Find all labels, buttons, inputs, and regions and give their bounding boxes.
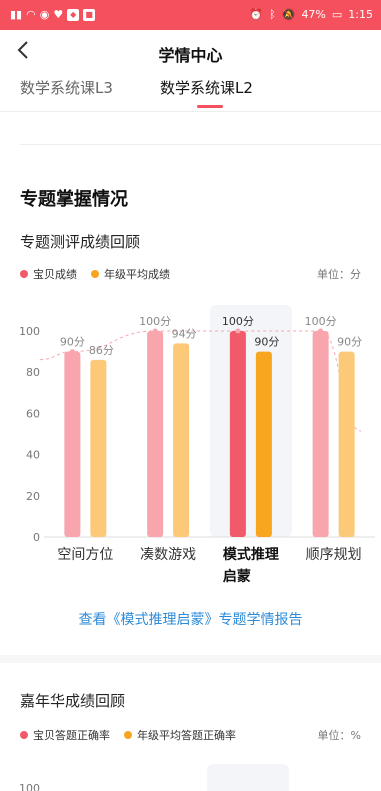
legend-dot-baby: [20, 270, 28, 278]
trend-point: [152, 328, 158, 334]
accuracy-chart: 100: [19, 764, 289, 791]
review1-legend: 宝贝成绩 年级平均成绩: [20, 266, 184, 282]
x-tick-label: 模式推理: [223, 546, 279, 563]
review2-title: 嘉年华成绩回顾: [20, 692, 126, 710]
legend-dot-avg-rate: [124, 731, 132, 739]
alarm-icon: ⏰: [249, 8, 264, 21]
bar-baby-score: [229, 331, 246, 537]
legend-avg-rate: 年级平均答题正确率: [124, 727, 236, 743]
heart-icon: ♥: [53, 8, 64, 21]
battery-icon: ▭: [331, 8, 343, 21]
review1-unit: 单位：分: [317, 268, 361, 281]
data-label-baby: 100分: [222, 315, 254, 328]
data-label-avg: 90分: [337, 336, 362, 349]
bar-avg-score: [173, 343, 190, 537]
data-label-baby: 100分: [305, 315, 337, 328]
bar-avg-score: [90, 359, 107, 537]
battery-level: 47%: [301, 8, 326, 21]
section-gap: [0, 655, 381, 663]
x-tick-label: 顺序规划: [306, 547, 362, 563]
status-left-icons: ▮▮ ◠ ◉ ♥ ◆ ■: [10, 8, 96, 21]
trend-point: [318, 328, 324, 334]
legend-baby-rate: 宝贝答题正确率: [20, 727, 110, 743]
data-label-avg: 86分: [89, 344, 114, 357]
x-tick-label: 启蒙: [223, 568, 251, 585]
trend-point: [69, 349, 75, 355]
data-label-baby: 100分: [139, 315, 171, 328]
highlight-bg: [209, 305, 292, 537]
bar-baby-score: [147, 331, 164, 537]
review2-unit: 单位：%: [317, 729, 361, 742]
bar-baby-score: [64, 351, 81, 537]
app-icon-2: ■: [83, 8, 96, 21]
legend-baby: 宝贝成绩: [20, 266, 77, 282]
signal-icon: ▮▮: [10, 8, 23, 21]
y-tick-label: 20: [26, 490, 40, 503]
legend-label-baby: 宝贝成绩: [33, 268, 77, 281]
legend-dot-baby-rate: [20, 731, 28, 739]
tab-l3[interactable]: 数学系统课L3: [20, 77, 113, 98]
mute-icon: 🔕: [281, 8, 296, 21]
data-label-avg: 90分: [254, 336, 279, 349]
section-title: 专题掌握情况: [20, 189, 128, 210]
score-chart: 02040608010090分86分空间方位100分94分凑数游戏100分90分…: [19, 305, 375, 585]
page-title: 学情中心: [158, 46, 223, 65]
eye-icon: ◉: [39, 8, 50, 21]
trend-point: [235, 328, 241, 334]
data-label-baby: 90分: [60, 336, 85, 349]
status-right: ⏰ ᛒ 🔕 47% ▭ 1:15: [249, 8, 373, 21]
legend-label-baby-rate: 宝贝答题正确率: [33, 729, 110, 742]
bar-avg-score: [338, 351, 355, 537]
review2-legend: 宝贝答题正确率 年级平均答题正确率: [20, 727, 250, 743]
legend-label-avg-rate: 年级平均答题正确率: [137, 729, 236, 742]
clock: 1:15: [348, 8, 373, 21]
app-icon: ◆: [67, 8, 80, 21]
x-tick-label: 凑数游戏: [140, 546, 196, 563]
active-tab-indicator: [197, 105, 223, 108]
legend-dot-avg: [91, 270, 99, 278]
legend-label-avg: 年级平均成绩: [104, 268, 170, 281]
data-label-avg: 94分: [172, 327, 197, 340]
y-tick-label: 100: [19, 325, 40, 338]
tab-divider: [0, 111, 381, 112]
y-tick-label: 100: [19, 782, 40, 791]
topic-report-link[interactable]: 查看《模式推理启蒙》专题学情报告: [0, 609, 381, 629]
legend-avg: 年级平均成绩: [91, 266, 170, 282]
y-tick-label: 80: [26, 366, 40, 379]
highlight-bg: [207, 764, 289, 791]
tab-l2[interactable]: 数学系统课L2: [160, 77, 253, 98]
wifi-icon: ◠: [26, 8, 36, 21]
status-bar: ▮▮ ◠ ◉ ♥ ◆ ■ ⏰ ᛒ 🔕 47% ▭ 1:15: [0, 0, 381, 30]
bar-baby-score: [312, 331, 329, 537]
y-tick-label: 60: [26, 407, 40, 420]
review1-title: 专题测评成绩回顾: [20, 233, 141, 251]
bluetooth-icon: ᛒ: [269, 8, 276, 21]
section-divider: [20, 144, 381, 145]
x-tick-label: 空间方位: [57, 547, 113, 563]
bar-avg-score: [255, 351, 272, 537]
y-tick-label: 40: [26, 449, 40, 462]
y-tick-label: 0: [33, 531, 40, 544]
